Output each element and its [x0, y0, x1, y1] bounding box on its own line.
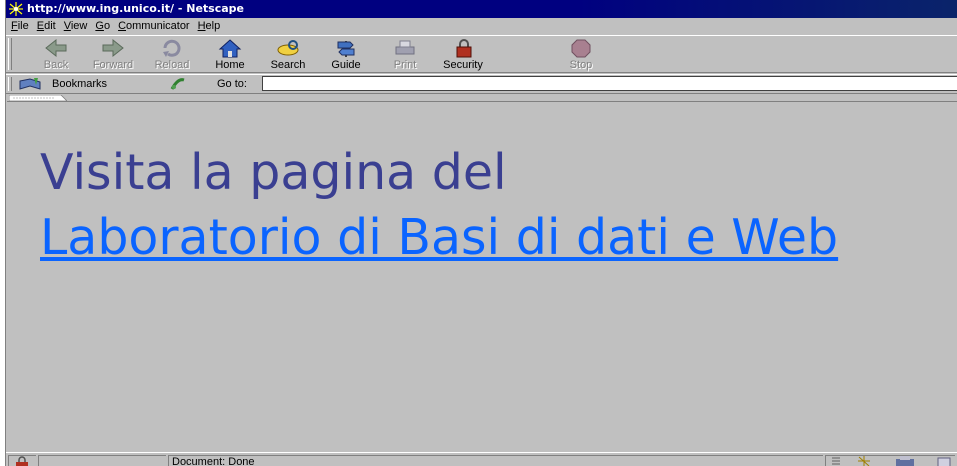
related-links-icon[interactable] [169, 76, 187, 92]
printer-icon [395, 40, 415, 55]
forward-label: Forward [92, 59, 134, 71]
menu-help-accel: H [197, 20, 206, 32]
navigator-icon [858, 456, 870, 466]
security-label: Security [443, 59, 483, 71]
reload-label: Reload [154, 59, 190, 71]
menu-communicator[interactable]: Communicator [118, 18, 190, 34]
menu-bar: File Edit View Go Communicator Help [6, 18, 957, 34]
location-grip-handle[interactable] [8, 77, 12, 91]
menu-edit-rest: dit [44, 20, 56, 32]
navigation-toolbar: Back Forward Reload Home Search Guide Pr… [6, 35, 957, 73]
stop-label: Stop [569, 59, 593, 71]
status-text-cell: Document: Done [168, 455, 823, 466]
menu-view[interactable]: View [64, 18, 88, 34]
reload-button[interactable]: Reload [146, 37, 198, 71]
bookmarks-icon [19, 78, 41, 90]
stop-icon [571, 39, 591, 58]
title-bar: http://www.ing.unico.it/ - Netscape [6, 0, 957, 18]
mail-icon [896, 456, 914, 466]
location-url-input[interactable] [262, 76, 957, 91]
headline-text: Visita la pagina del [40, 144, 507, 201]
lock-icon [456, 39, 472, 58]
stop-button[interactable]: Stop [555, 37, 607, 71]
guide-button[interactable]: Guide [320, 37, 372, 71]
component-bar [825, 455, 955, 466]
reload-icon [163, 39, 181, 57]
security-status-icon [16, 456, 28, 466]
print-label: Print [393, 59, 417, 71]
menu-go-accel: G [95, 20, 104, 32]
window-title: http://www.ing.unico.it/ - Netscape [27, 2, 244, 15]
menu-view-rest: iew [70, 20, 88, 32]
home-label: Home [215, 59, 245, 71]
print-button[interactable]: Print [379, 37, 431, 71]
netscape-app-icon [9, 2, 23, 16]
netscape-window: http://www.ing.unico.it/ - Netscape File… [5, 0, 957, 466]
component-bar-icons [832, 456, 951, 466]
laboratorio-link[interactable]: Laboratorio di Basi di dati e Web [40, 209, 838, 266]
menu-communicator-rest: ommunicator [126, 20, 190, 32]
guide-icon [337, 41, 355, 57]
goto-label: Go to: [217, 78, 247, 90]
toolbar-grip-handle[interactable] [8, 38, 12, 70]
page-content-area: Visita la pagina del Laboratorio di Basi… [7, 101, 957, 452]
menu-go-rest: o [103, 20, 111, 32]
status-bar: Document: Done [6, 452, 957, 466]
forward-button[interactable]: Forward [87, 37, 139, 71]
search-icon [277, 40, 299, 56]
search-label: Search [270, 59, 306, 71]
menu-file-rest: ile [17, 20, 29, 32]
menu-go[interactable]: Go [95, 18, 110, 34]
security-button[interactable]: Security [437, 37, 489, 71]
bookmarks-button[interactable]: Bookmarks [18, 76, 107, 92]
menu-communicator-accel: C [118, 20, 127, 32]
home-icon [218, 39, 242, 58]
bookmarks-label: Bookmarks [52, 78, 108, 90]
menu-file-accel: F [11, 20, 18, 32]
progress-cell [38, 455, 166, 466]
component-grip-icon [832, 457, 840, 465]
back-arrow-icon [45, 38, 67, 58]
status-text: Document: Done [172, 456, 255, 466]
home-button[interactable]: Home [204, 37, 256, 71]
menu-view-accel: V [63, 20, 71, 32]
back-button[interactable]: Back [30, 37, 82, 71]
security-status-cell[interactable] [8, 455, 36, 466]
composer-icon [937, 457, 951, 466]
location-toolbar: Bookmarks Go to: [6, 74, 957, 94]
menu-file[interactable]: File [11, 18, 29, 34]
guide-label: Guide [331, 59, 361, 71]
search-button[interactable]: Search [262, 37, 314, 71]
menu-help[interactable]: Help [198, 18, 221, 34]
menu-help-rest: elp [205, 20, 221, 32]
back-label: Back [43, 59, 69, 71]
forward-arrow-icon [102, 38, 124, 58]
menu-edit-accel: E [36, 20, 45, 32]
menu-edit[interactable]: Edit [37, 18, 56, 34]
